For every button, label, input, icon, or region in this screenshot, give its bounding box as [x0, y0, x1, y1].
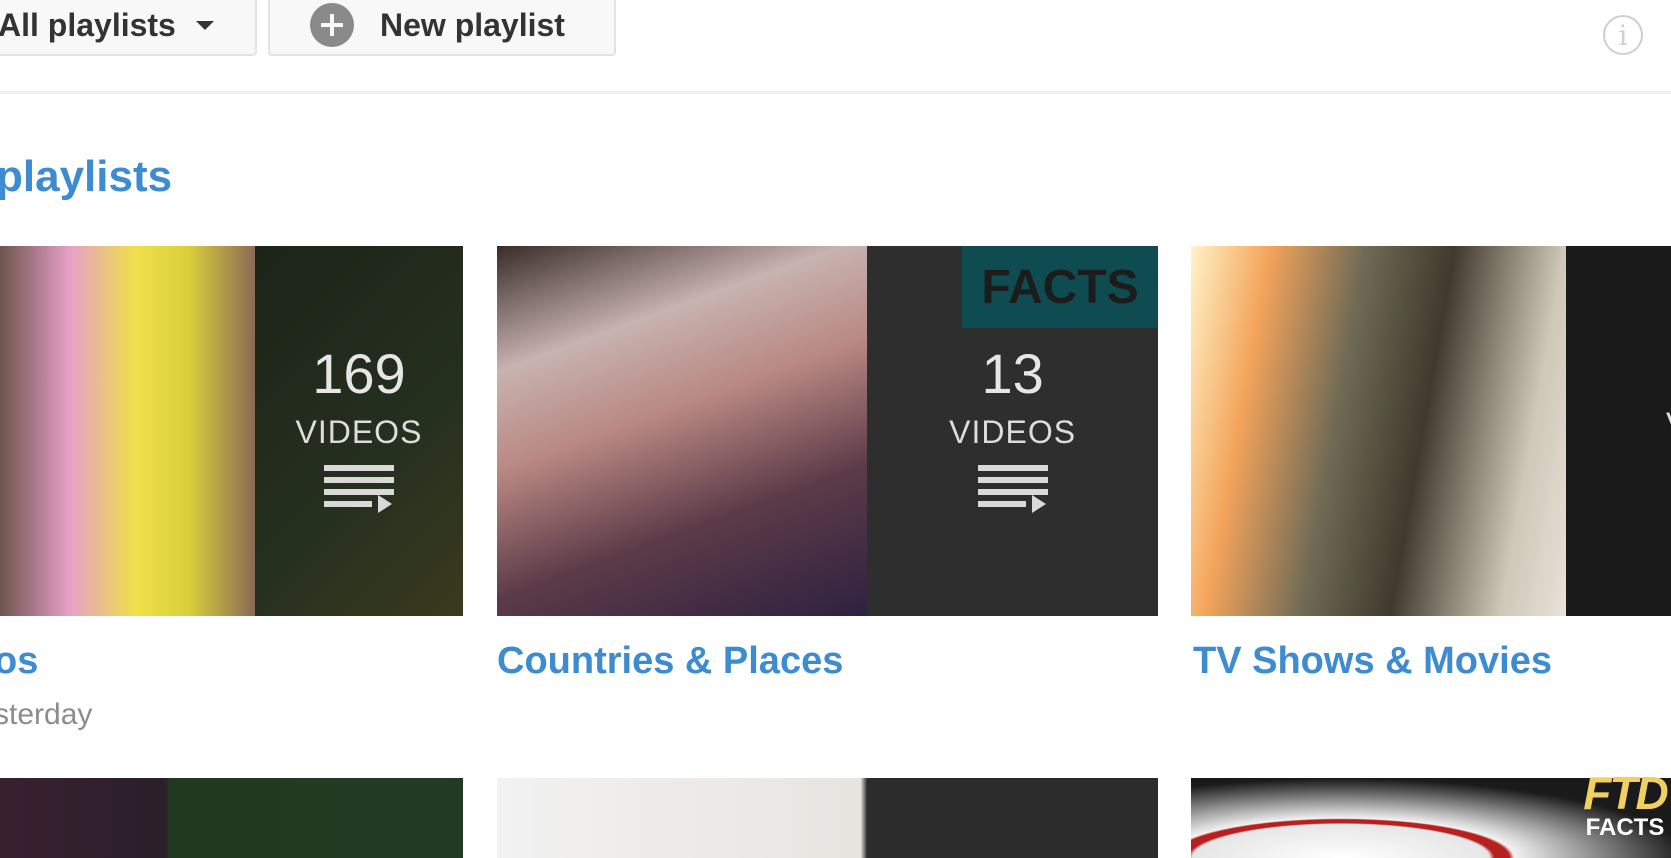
playlist-icon — [323, 465, 394, 513]
toolbar: All playlists New playlist i — [0, 0, 1671, 93]
logo-top-text: FTD — [1583, 767, 1668, 819]
video-count-label: VIDEOS — [949, 414, 1077, 450]
thumbnail-image — [497, 246, 868, 616]
video-count-overlay: FACTS 13 VIDEOS — [867, 246, 1158, 616]
video-count-label: VIDEOS — [295, 414, 423, 450]
playlist-thumbnail[interactable] — [497, 778, 1158, 858]
plus-icon — [310, 3, 354, 47]
playlist-updated: sterday — [0, 698, 93, 731]
section-title[interactable]: playlists — [0, 152, 172, 202]
playlist-thumbnail[interactable] — [0, 778, 463, 858]
info-icon[interactable]: i — [1603, 15, 1643, 55]
playlist-thumbnail[interactable]: 169 VIDEOS — [0, 246, 463, 616]
divider — [0, 91, 1671, 94]
caret-down-icon — [195, 20, 214, 30]
channel-logo: FTD FACTS — [1583, 767, 1668, 850]
video-count: 169 — [312, 342, 406, 405]
playlist-icon — [977, 465, 1048, 513]
new-playlist-button[interactable]: New playlist — [268, 0, 616, 56]
playlist-thumbnail[interactable]: FACTS 13 VIDEOS — [497, 246, 1158, 616]
logo-bottom-text: FACTS — [1585, 814, 1665, 841]
video-count-overlay: V — [1566, 246, 1671, 616]
thumbnail-image — [1191, 246, 1566, 616]
video-count-overlay: 169 VIDEOS — [254, 246, 463, 616]
playlist-title[interactable]: TV Shows & Movies — [1193, 640, 1552, 683]
playlist-thumbnail[interactable]: V — [1191, 246, 1671, 616]
video-count: 13 — [981, 342, 1044, 405]
all-playlists-label: All playlists — [0, 6, 176, 43]
playlist-title[interactable]: os — [0, 640, 38, 683]
thumbnail-image — [0, 246, 255, 616]
facts-badge: FACTS — [962, 246, 1158, 328]
new-playlist-label: New playlist — [380, 6, 565, 43]
playlist-title[interactable]: Countries & Places — [497, 640, 843, 683]
all-playlists-dropdown[interactable]: All playlists — [0, 0, 257, 56]
video-count-label: V — [1666, 406, 1671, 443]
